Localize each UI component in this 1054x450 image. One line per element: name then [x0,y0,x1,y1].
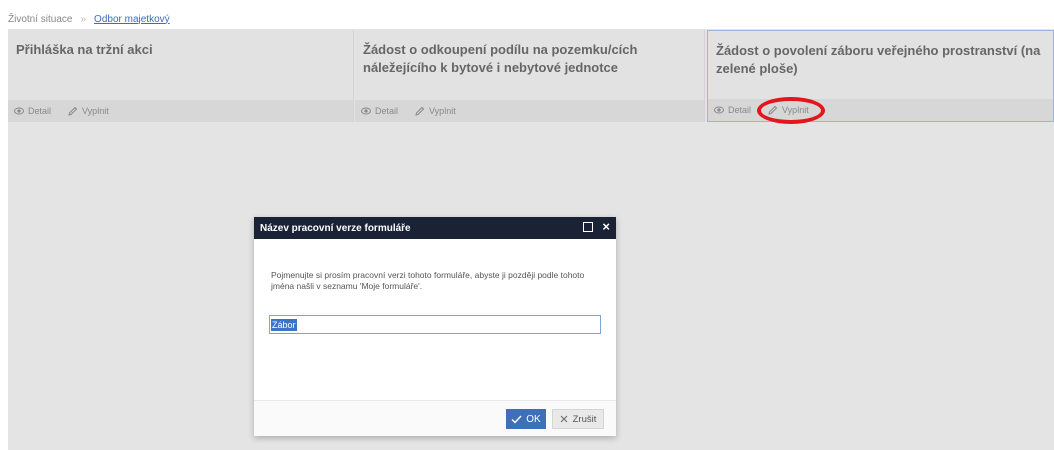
card-title[interactable]: Žádost o povolení záboru veřejného prost… [716,42,1043,78]
name-input-value: Zábor [271,318,297,331]
pencil-icon [68,106,78,116]
name-input[interactable]: Zábor [269,315,601,334]
dialog-header: Název pracovní verze formuláře × [254,217,616,239]
check-icon [511,415,522,424]
detail-label: Detail [728,105,752,115]
detail-button[interactable]: Detail [714,105,751,115]
cancel-label: Zrušit [572,413,597,425]
breadcrumb-separator: » [80,13,87,25]
dialog-controls: × [583,220,610,233]
pencil-icon [415,106,425,116]
rename-dialog: Název pracovní verze formuláře × Pojmenu… [254,217,616,436]
breadcrumb-current[interactable]: Odbor majetkový [94,14,170,25]
dialog-message: Pojmenujte si prosím pracovní verzi toho… [271,270,585,291]
fill-label: Vyplnit [82,106,109,116]
close-icon[interactable]: × [602,220,610,233]
detail-label: Detail [28,106,52,116]
maximize-icon[interactable] [583,222,594,232]
fill-label: Vyplnit [429,106,456,116]
dialog-title: Název pracovní verze formuláře [260,222,411,234]
card-title[interactable]: Přihláška na tržní akci [16,41,343,59]
x-icon [560,415,567,423]
detail-label: Detail [375,106,399,116]
detail-button[interactable]: Detail [14,106,51,116]
dialog-footer: OK Zrušit [254,400,616,436]
eye-icon [714,106,724,114]
card-actions: Detail Vyplnit [355,100,704,122]
form-card: Žádost o odkoupení podílu na pozemku/cíc… [355,30,705,122]
annotation-circle [757,97,825,124]
ok-button[interactable]: OK [506,409,546,429]
form-card: Přihláška na tržní akci Detail Vyplnit [8,30,354,122]
eye-icon [14,107,24,115]
breadcrumb: Životní situace » Odbor majetkový [8,9,1054,29]
fill-button[interactable]: Vyplnit [414,106,456,117]
ok-label: OK [526,413,541,425]
eye-icon [361,107,371,115]
cancel-button[interactable]: Zrušit [552,409,604,429]
card-actions: Detail Vyplnit [8,100,353,122]
fill-button[interactable]: Vyplnit [67,106,109,117]
breadcrumb-root[interactable]: Životní situace [8,14,72,25]
detail-button[interactable]: Detail [361,106,398,116]
card-title[interactable]: Žádost o odkoupení podílu na pozemku/cíc… [363,41,694,77]
